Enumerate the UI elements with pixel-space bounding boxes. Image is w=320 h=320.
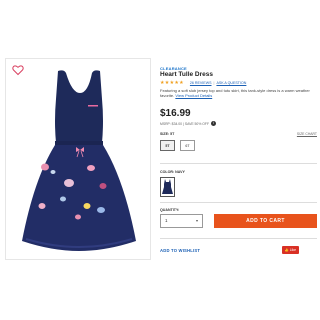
product-image[interactable]	[5, 58, 151, 260]
size-option-5t[interactable]: 5T	[160, 140, 175, 151]
like-button[interactable]: 👍 Like	[281, 246, 299, 254]
view-details-link[interactable]: View Product Details	[175, 93, 212, 98]
star-rating-icon: ★★★★★	[160, 80, 184, 86]
color-swatch-navy[interactable]	[160, 177, 175, 197]
swatch-dress-icon	[162, 179, 173, 194]
ask-question-link[interactable]: ASK A QUESTION	[216, 81, 246, 85]
divider	[160, 238, 317, 239]
size-option-6t[interactable]: 6T	[180, 140, 195, 151]
quantity-select[interactable]: 1 ▾	[160, 214, 203, 228]
divider	[160, 163, 317, 164]
product-title: Heart Tulle Dress	[160, 71, 213, 78]
reviews-link[interactable]: 26 REVIEWS	[190, 81, 212, 85]
quantity-label: QUANTITY:	[160, 208, 180, 212]
size-label: SIZE: 5T	[160, 132, 175, 136]
color-label: COLOR: NAVY	[160, 170, 185, 174]
quantity-value: 1	[165, 218, 168, 223]
product-description: Featuring a soft slub jersey top and tut…	[160, 88, 310, 98]
add-to-wishlist-link[interactable]: ADD TO WISHLIST	[160, 248, 200, 253]
info-icon[interactable]: i	[211, 121, 217, 126]
product-price: $16.99	[160, 108, 191, 119]
size-chart-link[interactable]: SIZE CHART	[297, 132, 317, 136]
divider	[160, 202, 317, 203]
msrp-text: MSRP: $34.00 | SAVE 50% OFF	[160, 121, 210, 126]
chevron-down-icon: ▾	[195, 218, 198, 223]
rating-row: ★★★★★ 26 REVIEWS | ASK A QUESTION	[160, 80, 246, 86]
dress-image	[22, 70, 136, 251]
separator: |	[213, 81, 215, 85]
product-info: CLEARANCE Heart Tulle Dress ★★★★★ 26 REV…	[160, 66, 317, 254]
msrp-row: MSRP: $34.00 | SAVE 50% OFF i	[160, 121, 217, 126]
add-to-cart-button[interactable]: ADD TO CART	[214, 214, 317, 228]
heart-icon[interactable]	[12, 64, 24, 76]
